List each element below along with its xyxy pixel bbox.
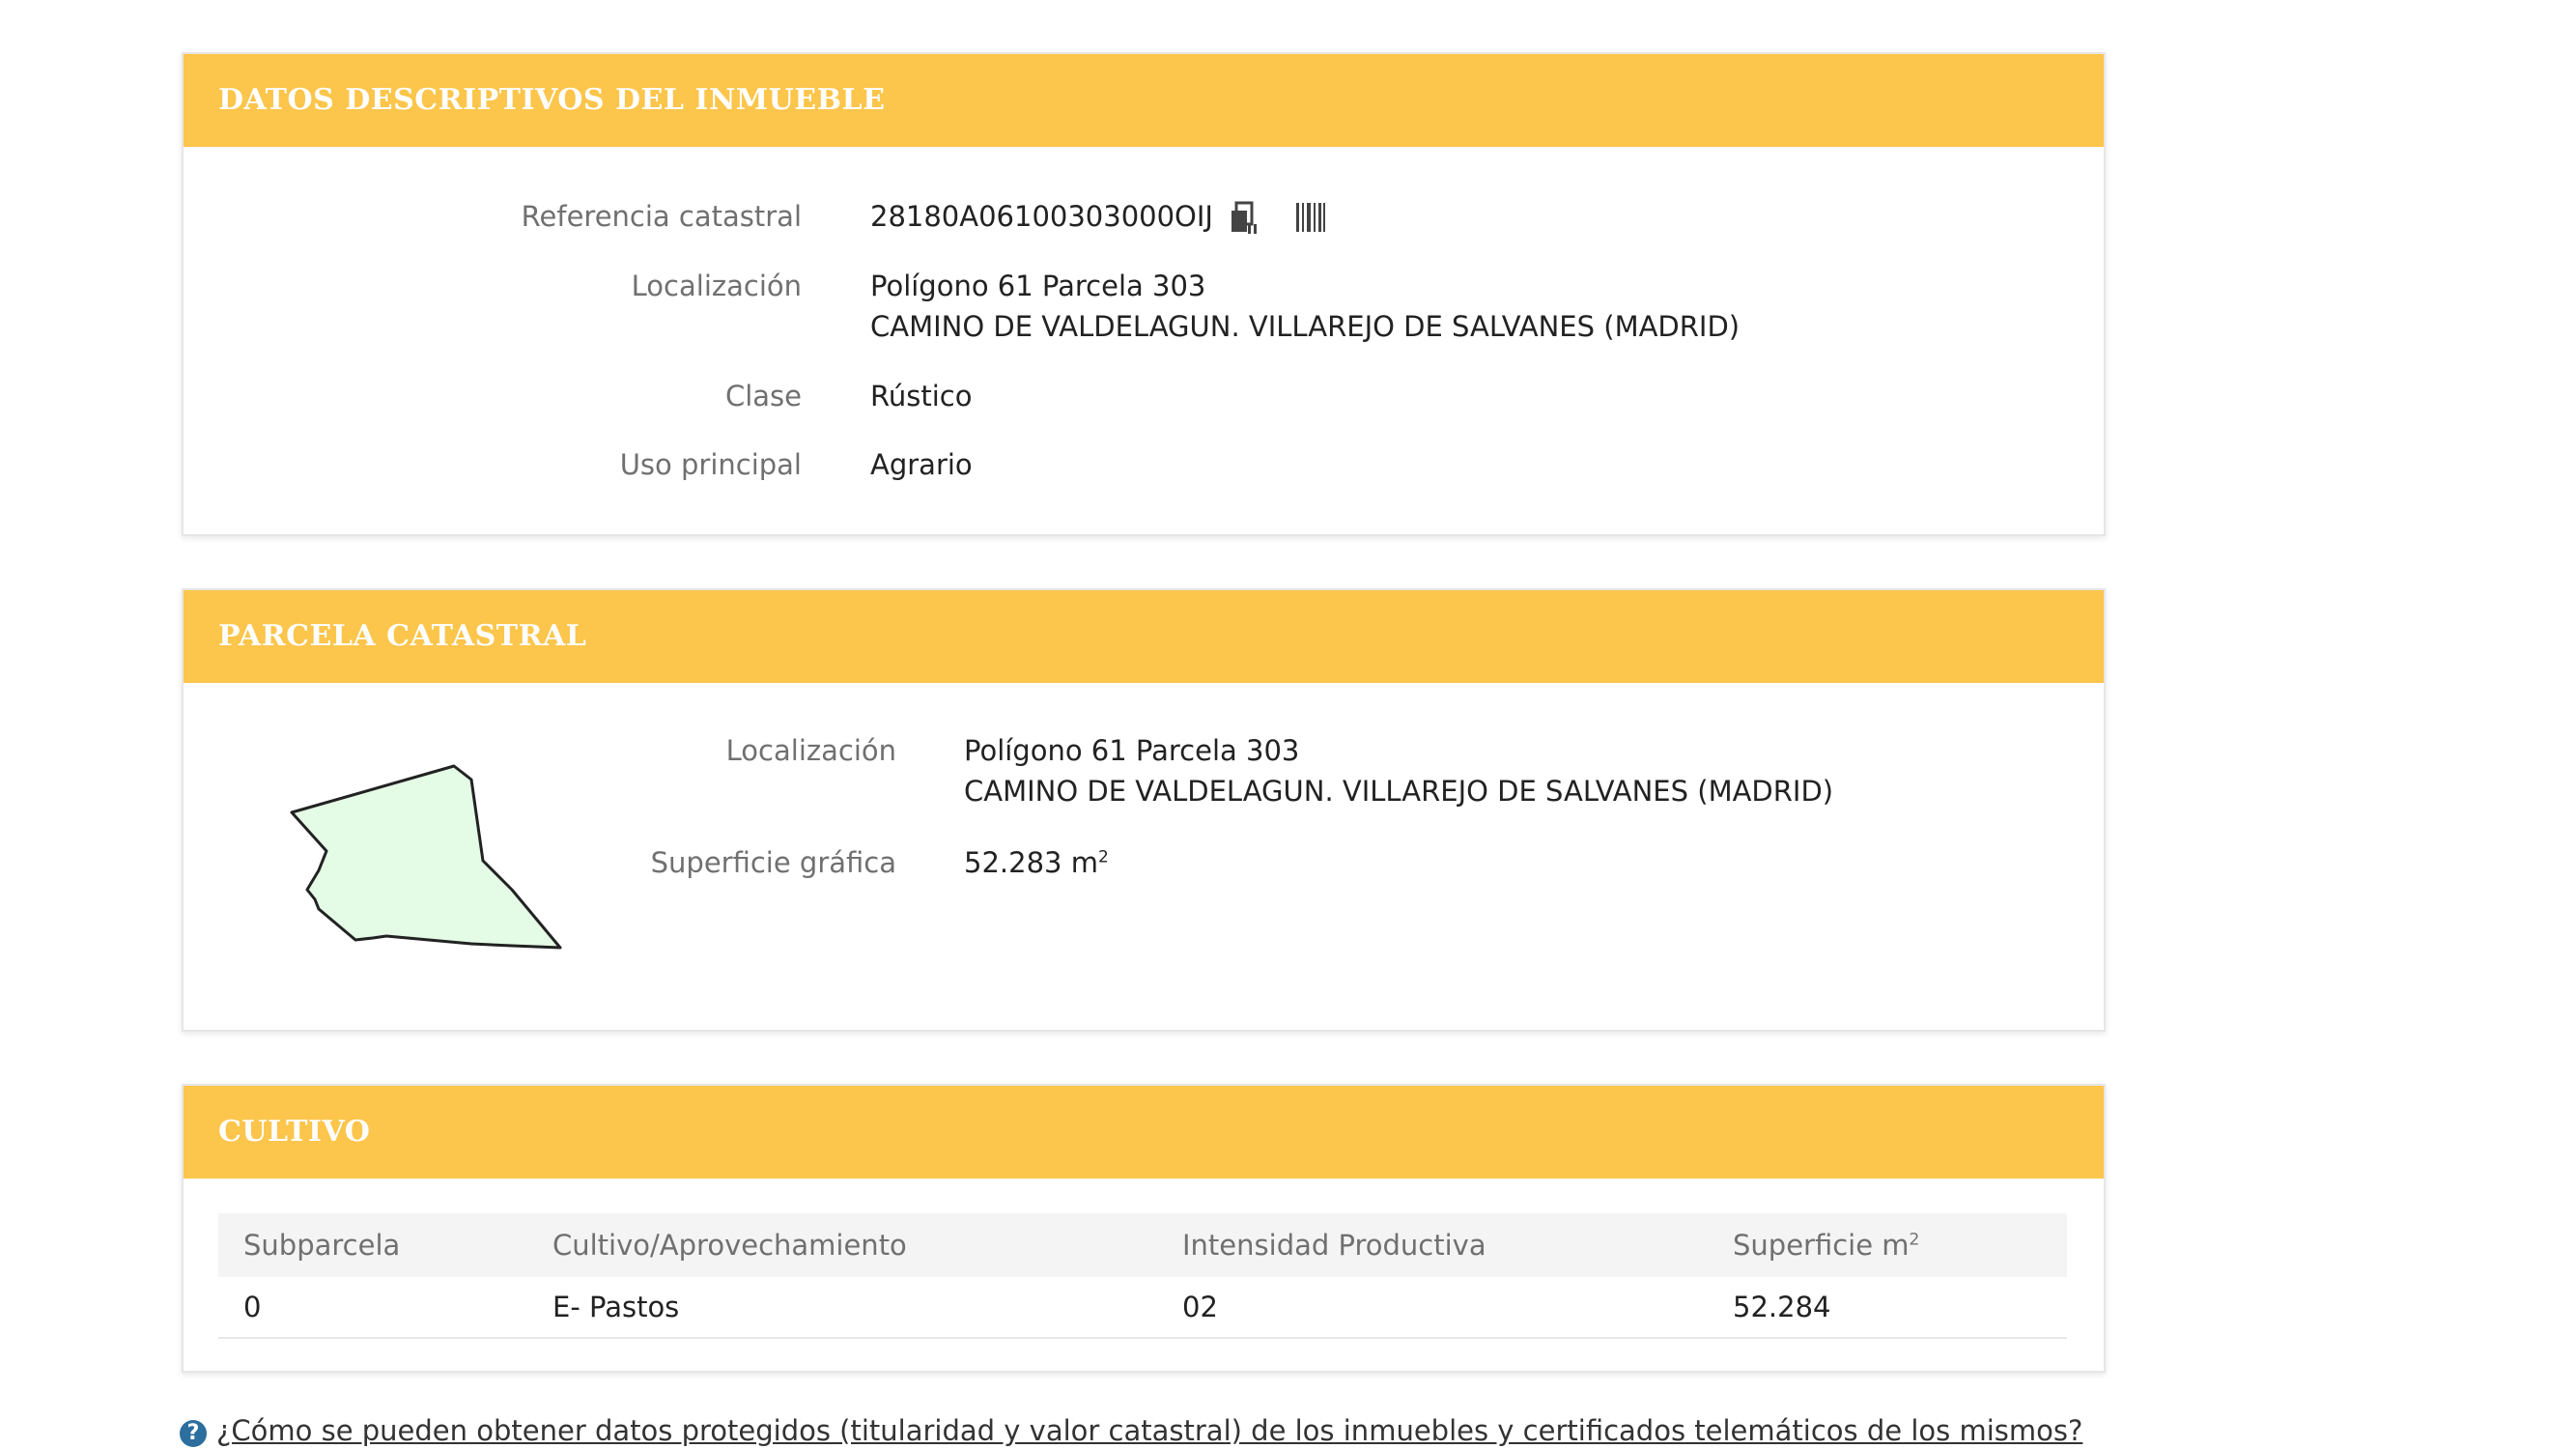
datos-descriptivos-panel: DATOS DESCRIPTIVOS DEL INMUEBLE Referenc… [182,52,2106,536]
info-icon: ? [180,1420,207,1447]
clase-label: Clase [724,380,802,412]
cell-superficie: 52.284 [1708,1277,2067,1339]
page: DATOS DESCRIPTIVOS DEL INMUEBLE Referenc… [0,0,2576,1449]
cell-intensidad: 02 [1157,1277,1708,1339]
cultivo-header: CULTIVO [184,1086,2104,1179]
referencia-catastral-value: 28180A06100303000OIJ [870,200,1213,233]
barcode-icon[interactable] [1294,201,1327,234]
col-superficie-label: Superficie m [1733,1229,1910,1262]
localizacion-line2: CAMINO DE VALDELAGUN. VILLAREJO DE SALVA… [870,310,1741,343]
datos-descriptivos-header: DATOS DESCRIPTIVOS DEL INMUEBLE [184,54,2104,147]
parcela-catastral-panel: PARCELA CATASTRAL Localización Polígono … [182,588,2106,1032]
parcela-localizacion-label: Localización [725,734,896,767]
localizacion-line1: Polígono 61 Parcela 303 [870,270,1206,302]
datos-protegidos-link[interactable]: ¿Cómo se pueden obtener datos protegidos… [216,1414,2082,1447]
uso-principal-label: Uso principal [619,448,802,481]
superficie-grafica-exponent: 2 [1097,847,1109,867]
table-row: 0 E- Pastos 02 52.284 [218,1277,2067,1339]
parcela-localizacion-line1: Polígono 61 Parcela 303 [964,734,1300,767]
cultivo-table-header-row: Subparcela Cultivo/Aprovechamiento Inten… [218,1213,2067,1277]
superficie-grafica-number: 52.283 m [964,846,1098,879]
localizacion-label: Localización [631,270,802,302]
clase-value: Rústico [870,380,973,412]
uso-principal-value: Agrario [870,448,973,481]
parcela-catastral-header: PARCELA CATASTRAL [184,590,2104,683]
superficie-grafica-label: Superficie gráfica [650,846,896,879]
cultivo-table: Subparcela Cultivo/Aprovechamiento Inten… [218,1213,2067,1339]
col-subparcela: Subparcela [218,1213,527,1277]
cultivo-panel: CULTIVO Subparcela Cultivo/Aprovechamien… [182,1084,2106,1373]
col-superficie-exponent: 2 [1909,1230,1920,1250]
cell-subparcela: 0 [218,1277,527,1339]
cell-cultivo: E- Pastos [527,1277,1157,1339]
parcela-localizacion-line2: CAMINO DE VALDELAGUN. VILLAREJO DE SALVA… [964,775,1834,808]
referencia-catastral-label: Referencia catastral [521,200,802,233]
superficie-grafica-value: 52.283 m2 [964,843,1109,883]
col-intensidad-productiva: Intensidad Productiva [1157,1213,1708,1277]
col-cultivo-aprovechamiento: Cultivo/Aprovechamiento [527,1213,1157,1277]
copy-icon[interactable] [1229,201,1260,236]
col-superficie: Superficie m2 [1708,1213,2067,1277]
